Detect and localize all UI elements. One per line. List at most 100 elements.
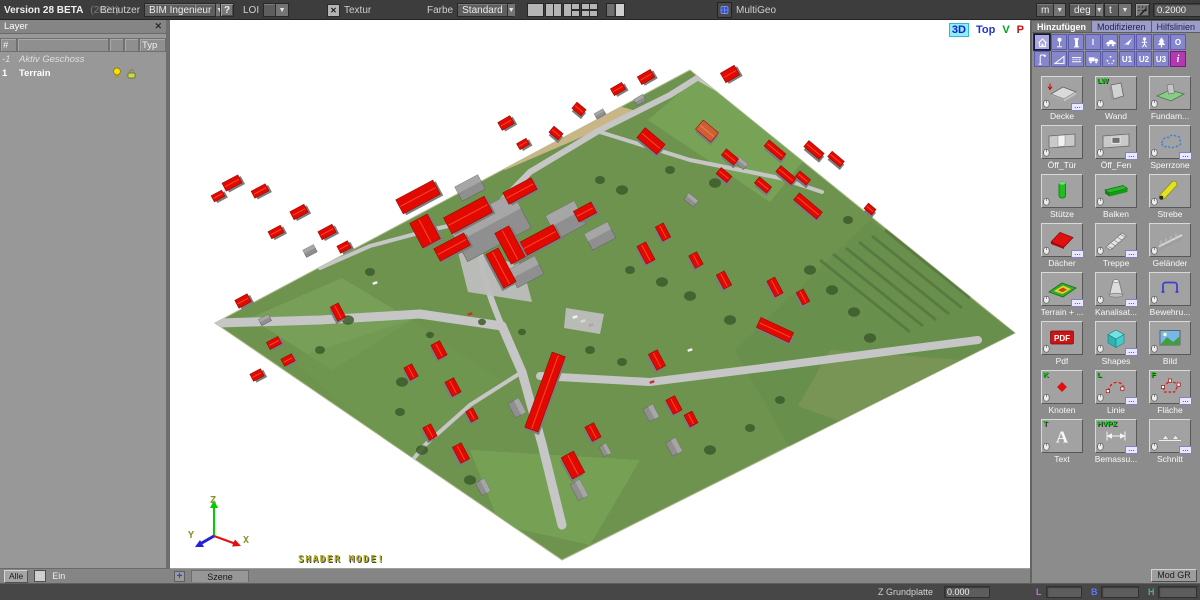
close-icon[interactable]: ✕ — [154, 21, 162, 32]
u2-icon[interactable]: U2 — [1136, 51, 1152, 67]
street-lamp-icon[interactable] — [1034, 51, 1050, 67]
tool-kanal-button[interactable]: ... — [1095, 272, 1137, 306]
ramp-icon[interactable] — [1051, 51, 1067, 67]
tool-daecher-button[interactable]: ... — [1041, 223, 1083, 257]
tool-treppe: ...Treppe — [1089, 223, 1143, 268]
add-scene-tab-button[interactable]: + — [174, 571, 185, 582]
loi-select[interactable]: ▼ — [263, 3, 289, 17]
tool-options-button[interactable]: ... — [1125, 152, 1138, 160]
tool-balken-button[interactable] — [1095, 174, 1137, 208]
column-icon[interactable] — [1068, 34, 1084, 50]
tool-text-button[interactable]: AT — [1041, 419, 1083, 453]
tool-options-button[interactable]: ... — [1071, 103, 1084, 111]
raster-value-input[interactable] — [1153, 3, 1200, 17]
tab-hilfslinien[interactable]: Hilfslinien — [1152, 20, 1200, 33]
tool-options-button[interactable]: ... — [1071, 299, 1084, 307]
tool-options-button[interactable]: ... — [1179, 446, 1192, 454]
tool-options-button[interactable]: ... — [1125, 397, 1138, 405]
tool-options-button[interactable]: ... — [1125, 299, 1138, 307]
scene-tab[interactable]: Szene — [191, 570, 249, 582]
tool-stuetze: Stütze — [1035, 174, 1089, 219]
layout-single-pane-button[interactable] — [527, 3, 544, 17]
tool-fenster-button[interactable]: ... — [1095, 125, 1137, 159]
u3-icon[interactable]: U3 — [1153, 51, 1169, 67]
tool-options-button[interactable]: ... — [1179, 397, 1192, 405]
unit-mass-select[interactable]: t ▼ — [1104, 3, 1132, 17]
tool-bewehrung-button[interactable] — [1149, 272, 1191, 306]
z-grundplatte-input[interactable] — [944, 586, 990, 598]
ein-checkbox[interactable] — [34, 570, 46, 582]
tool-decke-button[interactable]: ... — [1041, 76, 1083, 110]
view-p-button[interactable]: P — [1017, 24, 1024, 36]
l-input[interactable] — [1046, 586, 1082, 598]
tool-schnitt-button[interactable]: ... — [1149, 419, 1191, 453]
raster-snap-icon[interactable] — [1135, 3, 1150, 17]
person-icon[interactable] — [1136, 34, 1152, 50]
points-icon[interactable] — [1102, 51, 1118, 67]
tool-gelaender-button[interactable] — [1149, 223, 1191, 257]
b-input[interactable] — [1101, 586, 1139, 598]
layout-four-pane-button[interactable] — [581, 3, 598, 17]
tool-fundament-button[interactable] — [1149, 76, 1191, 110]
textur-checkbox[interactable]: ✕ — [327, 4, 340, 17]
layout-split-pane-button[interactable] — [606, 3, 625, 17]
unit-length-select[interactable]: m ▼ — [1036, 3, 1066, 17]
circle-icon[interactable]: O — [1170, 34, 1186, 50]
airplane-icon[interactable] — [1119, 34, 1135, 50]
alle-button[interactable]: Alle — [4, 570, 28, 583]
truck-icon[interactable] — [1085, 51, 1101, 67]
tool-flaeche-button[interactable]: F... — [1149, 370, 1191, 404]
viewport-3d-scene[interactable] — [170, 20, 1030, 568]
tool-tuer-button[interactable] — [1041, 125, 1083, 159]
multigeo-icon[interactable] — [717, 2, 732, 18]
svg-text:Z: Z — [210, 495, 216, 506]
layout-two-pane-button[interactable] — [545, 3, 562, 17]
steel-beam-icon[interactable]: I — [1085, 34, 1101, 50]
view-3d-button[interactable]: 3D — [949, 23, 969, 37]
tool-wand-button[interactable]: LW — [1095, 76, 1137, 110]
tool-bemassung-button[interactable]: HVPZ... — [1095, 419, 1137, 453]
tool-shapes-button[interactable]: ... — [1095, 321, 1137, 355]
layer-panel-footer: Alle Ein — [0, 568, 170, 583]
tree-icon[interactable] — [1153, 34, 1169, 50]
tool-knoten-button[interactable]: K — [1041, 370, 1083, 404]
mod-gr-button[interactable]: Mod GR — [1151, 569, 1197, 582]
view-top-button[interactable]: Top — [976, 24, 995, 36]
tab-modifizieren[interactable]: Modifizieren — [1092, 20, 1152, 33]
car-icon[interactable] — [1102, 34, 1118, 50]
u1-icon[interactable]: U1 — [1119, 51, 1135, 67]
tool-treppe-button[interactable]: ... — [1095, 223, 1137, 257]
h-input[interactable] — [1158, 586, 1197, 598]
chevron-down-icon: ▼ — [507, 4, 515, 16]
tab-hinzufuegen[interactable]: Hinzufügen — [1032, 20, 1092, 33]
tool-options-button[interactable]: ... — [1125, 446, 1138, 454]
tool-stuetze-button[interactable] — [1041, 174, 1083, 208]
tool-linie-button[interactable]: L... — [1095, 370, 1137, 404]
tool-terrain-button[interactable]: ... — [1041, 272, 1083, 306]
tool-options-button[interactable]: ... — [1125, 250, 1138, 258]
building-icon[interactable] — [1034, 34, 1050, 50]
tool-bild-button[interactable] — [1149, 321, 1191, 355]
layout-three-pane-button[interactable] — [563, 3, 580, 17]
visibility-bulb-icon[interactable] — [109, 67, 124, 79]
farbe-select[interactable]: Standard ▼ — [457, 3, 513, 17]
user-select[interactable]: BIM Ingenieur ▼ — [144, 3, 216, 17]
lamp-icon[interactable] — [1051, 34, 1067, 50]
info-icon[interactable]: i — [1170, 51, 1186, 67]
layer-row-terrain[interactable]: 1 Terrain — [0, 66, 166, 80]
unit-angle-select[interactable]: deg ▼ — [1069, 3, 1101, 17]
mouse-icon — [1043, 197, 1050, 206]
tool-options-button[interactable]: ... — [1071, 250, 1084, 258]
road-icon[interactable] — [1068, 51, 1084, 67]
tool-strebe-button[interactable] — [1149, 174, 1191, 208]
tool-options-button[interactable]: ... — [1179, 152, 1192, 160]
tool-label: Geländer — [1153, 257, 1188, 268]
view-v-button[interactable]: V — [1002, 24, 1009, 36]
tool-options-button[interactable]: ... — [1125, 348, 1138, 356]
lock-icon[interactable] — [124, 68, 139, 79]
tool-fenster: ...Öff_Fen — [1089, 125, 1143, 170]
tool-sperrzone-button[interactable]: ... — [1149, 125, 1191, 159]
layer-row-aktiv-geschoss[interactable]: -1 Aktiv Geschoss — [0, 52, 166, 66]
help-button[interactable]: ? — [220, 3, 234, 17]
tool-pdf-button[interactable]: PDF — [1041, 321, 1083, 355]
